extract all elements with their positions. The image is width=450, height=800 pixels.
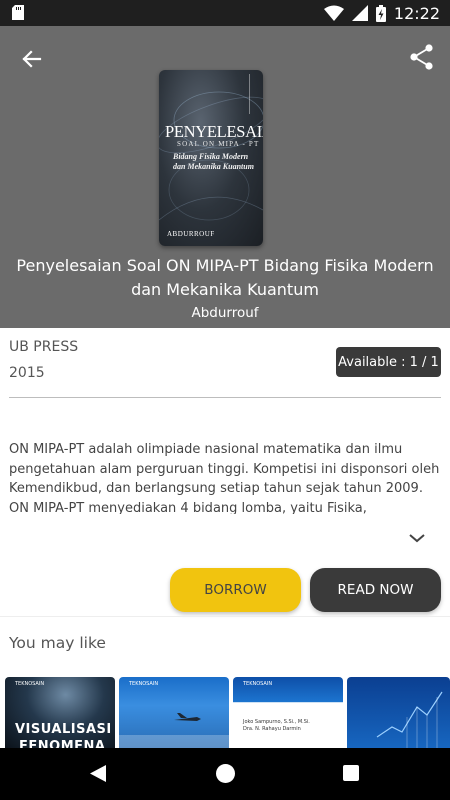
divider xyxy=(9,397,441,398)
recommended-book[interactable] xyxy=(347,677,450,748)
publisher-tag: TEKNOSAIN xyxy=(243,681,273,687)
recommended-book[interactable]: TEKNOSAIN Joko Sampurno, S.Si., M.Si. Dr… xyxy=(233,677,343,748)
book-description: ON MIPA-PT adalah olimpiade nasional mat… xyxy=(9,442,440,514)
wifi-icon xyxy=(323,5,344,21)
rec-title-line2: FENOMENA xyxy=(19,739,106,748)
section-divider xyxy=(0,616,450,617)
book-header: PENYELESAIAN SOAL ON MIPA - PT Bidang Fi… xyxy=(0,26,450,328)
signal-icon xyxy=(351,5,368,21)
cover-title: PENYELESAIAN xyxy=(165,122,263,141)
publisher: UB PRESS xyxy=(9,339,79,355)
status-bar: 12:22 xyxy=(0,0,450,26)
chevron-down-icon[interactable] xyxy=(408,531,426,545)
sd-card-icon xyxy=(12,5,24,20)
nav-home-icon[interactable] xyxy=(216,764,235,783)
nav-recents-icon[interactable] xyxy=(343,765,359,781)
cover-strip xyxy=(249,74,257,114)
cover-subtitle: SOAL ON MIPA - PT xyxy=(177,140,260,148)
navigation-bar xyxy=(0,748,450,800)
chart-image xyxy=(376,691,443,748)
recommended-book[interactable]: TEKNOSAIN VISUALISASI FENOMENA xyxy=(5,677,115,748)
recommendations-heading: You may like xyxy=(9,634,106,652)
share-icon[interactable] xyxy=(408,43,436,71)
status-time: 12:22 xyxy=(393,3,440,23)
rec-title-line1: VISUALISASI xyxy=(15,722,112,737)
jet-image xyxy=(119,713,229,748)
publish-year: 2015 xyxy=(9,365,45,381)
book-title: Penyelesaian Soal ON MIPA-PT Bidang Fisi… xyxy=(16,256,434,299)
battery-charging-icon xyxy=(375,4,386,22)
cover-author: ABDURROUF xyxy=(167,230,215,238)
publisher-tag: TEKNOSAIN xyxy=(15,681,45,687)
recommended-book[interactable]: TEKNOSAIN xyxy=(119,677,229,748)
book-author: Abdurrouf xyxy=(191,305,259,321)
arrow-left-icon[interactable] xyxy=(16,44,46,74)
read-now-button[interactable]: READ NOW xyxy=(310,568,441,612)
availability-badge: Available : 1 / 1 xyxy=(336,347,441,377)
book-cover: PENYELESAIAN SOAL ON MIPA - PT Bidang Fi… xyxy=(159,70,263,246)
rec-authors: Joko Sampurno, S.Si., M.Si. Dra. N. Raha… xyxy=(243,719,310,732)
cover-subtitle-2: Bidang Fisika Modern dan Mekanika Kuantu… xyxy=(173,152,254,171)
borrow-button[interactable]: BORROW xyxy=(170,568,301,612)
nav-back-icon[interactable] xyxy=(90,765,106,782)
